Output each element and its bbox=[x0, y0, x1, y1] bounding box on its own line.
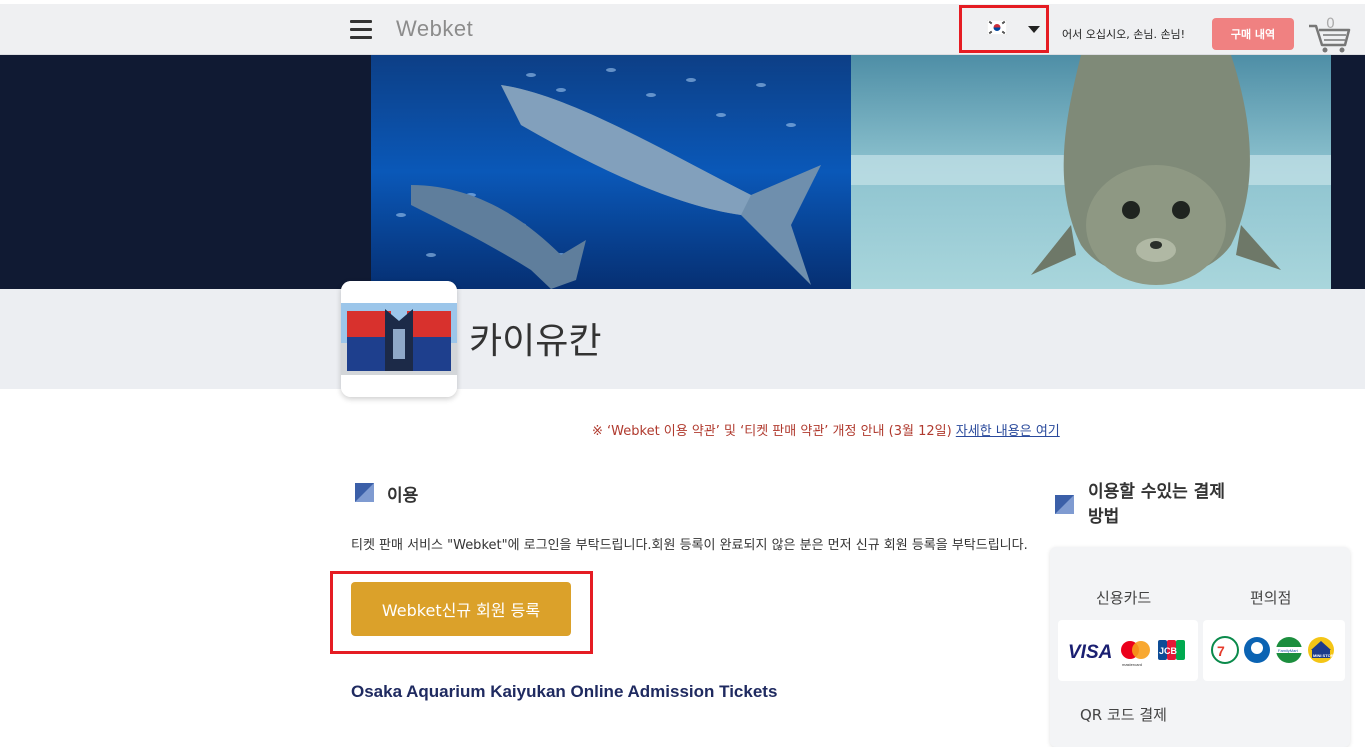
cart-count-badge: 0 bbox=[1326, 16, 1335, 32]
section-marker-icon bbox=[355, 483, 374, 502]
payment-methods-panel: 신용카드 편의점 VISA mastercard JCB 7 FamilyMar… bbox=[1050, 547, 1350, 747]
language-selector[interactable] bbox=[959, 5, 1049, 53]
svg-text:FamilyMart: FamilyMart bbox=[1278, 648, 1299, 653]
menu-icon[interactable] bbox=[350, 18, 372, 40]
convenience-store-label: 편의점 bbox=[1250, 589, 1292, 607]
venue-thumbnail bbox=[341, 281, 457, 397]
credit-card-label: 신용카드 bbox=[1096, 589, 1152, 607]
svg-text:MINI STOP: MINI STOP bbox=[1313, 653, 1334, 658]
purchase-history-button[interactable]: 구매 내역 bbox=[1212, 18, 1294, 50]
visa-logo: VISA bbox=[1068, 642, 1112, 663]
hero-banner bbox=[0, 55, 1365, 289]
greeting-text: 어서 오십시오, 손님. 손님! bbox=[1062, 28, 1186, 41]
product-title: Osaka Aquarium Kaiyukan Online Admission… bbox=[351, 682, 778, 701]
qr-payment-label: QR 코드 결제 bbox=[1080, 706, 1167, 724]
terms-details-link[interactable]: 자세한 내용은 여기 bbox=[956, 424, 1060, 439]
venue-header-band bbox=[0, 289, 1365, 389]
jcb-logo: JCB bbox=[1159, 646, 1178, 656]
seal-image bbox=[851, 55, 1331, 289]
seven-eleven-logo: 7 bbox=[1217, 643, 1225, 659]
convenience-store-logos: 7 FamilyMart MINI STOP bbox=[1203, 620, 1345, 681]
card-brand-logos: VISA mastercard JCB bbox=[1058, 620, 1198, 681]
venue-name: 카이유칸 bbox=[469, 321, 602, 362]
payment-section-title: 이용할 수있는 결제 방법 bbox=[1088, 482, 1225, 527]
usage-description: 티켓 판매 서비스 "Webket"에 로그인을 부탁드립니다.회원 등록이 완… bbox=[351, 538, 1028, 553]
mastercard-logo: mastercard bbox=[1122, 662, 1142, 667]
new-member-signup-button[interactable]: Webket신규 회원 등록 bbox=[351, 582, 571, 636]
usage-section-title: 이용 bbox=[387, 486, 419, 506]
payment-section-marker-icon bbox=[1055, 495, 1074, 514]
whale-shark-image bbox=[371, 55, 851, 289]
terms-notice: ※ ‘Webket 이용 약관’ 및 ‘티켓 판매 약관’ 개정 안내 (3월 … bbox=[592, 420, 1060, 439]
site-logo[interactable]: Webket bbox=[396, 16, 473, 42]
terms-notice-text: ※ ‘Webket 이용 약관’ 및 ‘티켓 판매 약관’ 개정 안내 (3월 … bbox=[592, 424, 956, 439]
chevron-down-icon bbox=[1028, 26, 1040, 33]
korea-flag-icon bbox=[987, 20, 1007, 35]
site-header: Webket 어서 오십시오, 손님. 손님! 구매 내역 0 bbox=[0, 4, 1365, 55]
